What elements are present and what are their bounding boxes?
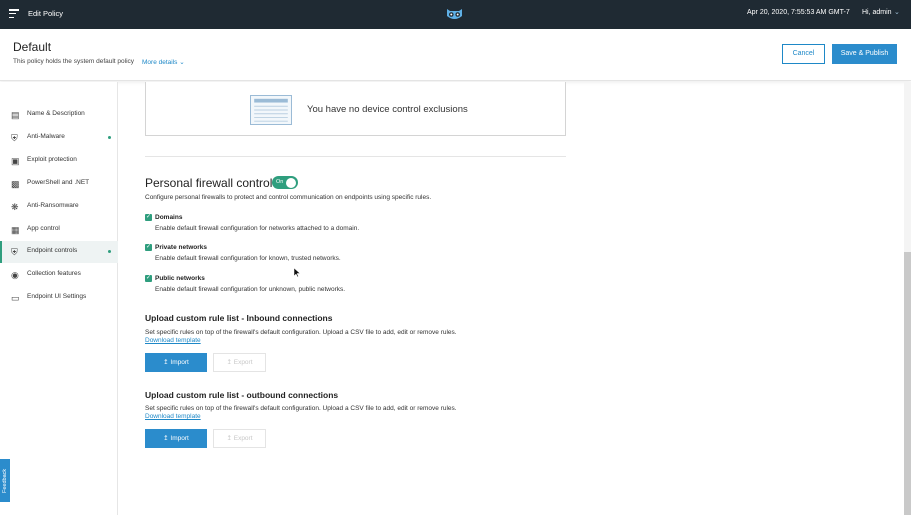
outbound-upload-description: Set specific rules on top of the firewal… bbox=[145, 405, 457, 412]
export-label: Export bbox=[233, 359, 253, 366]
download-icon: ↥ bbox=[226, 435, 232, 442]
toggle-knob bbox=[286, 177, 296, 188]
private-networks-label: Private networks bbox=[155, 244, 208, 251]
sidebar-item-label: Endpoint UI Settings bbox=[27, 293, 87, 300]
download-icon: ↥ bbox=[226, 359, 232, 366]
sidebar-item-exploit-protection[interactable]: ▣ Exploit protection bbox=[0, 150, 118, 172]
sidebar-item-label: Collection features bbox=[27, 270, 81, 277]
import-label: Import bbox=[170, 435, 189, 442]
domains-checkbox[interactable]: ✓ bbox=[145, 214, 152, 221]
section-divider bbox=[145, 156, 566, 157]
sidebar-item-endpoint-ui-settings[interactable]: ▭ Endpoint UI Settings bbox=[0, 287, 118, 309]
outbound-upload-title: Upload custom rule list - outbound conne… bbox=[145, 390, 339, 400]
public-networks-label: Public networks bbox=[155, 275, 205, 282]
status-dot bbox=[108, 136, 111, 139]
monitor-icon: ▭ bbox=[11, 293, 20, 303]
shield-check-icon: ⛨ bbox=[11, 247, 18, 257]
app-title: Edit Policy bbox=[28, 9, 64, 18]
hamburger-icon[interactable] bbox=[9, 9, 19, 19]
domains-description: Enable default firewall configuration fo… bbox=[155, 225, 360, 232]
firewall-description: Configure personal firewalls to protect … bbox=[145, 194, 432, 201]
empty-table-illustration bbox=[250, 95, 292, 125]
inbound-upload-description: Set specific rules on top of the firewal… bbox=[145, 329, 457, 336]
document-icon: ▤ bbox=[11, 110, 20, 120]
inbound-download-template-link[interactable]: Download template bbox=[145, 337, 201, 344]
upload-icon: ↥ bbox=[163, 359, 169, 366]
cancel-button[interactable]: Cancel bbox=[782, 44, 825, 64]
outbound-export-button[interactable]: ↥ Export bbox=[213, 429, 266, 448]
mouse-cursor-icon bbox=[294, 268, 300, 277]
page-description: This policy holds the system default pol… bbox=[13, 58, 135, 65]
page-title: Default bbox=[13, 40, 52, 54]
sidebar: ▤ Name & Description ⛨ Anti-Malware ▣ Ex… bbox=[0, 82, 118, 515]
sidebar-item-anti-ransomware[interactable]: ❋ Anti-Ransomware bbox=[0, 196, 118, 218]
private-networks-checkbox[interactable]: ✓ bbox=[145, 244, 152, 251]
sidebar-item-anti-malware[interactable]: ⛨ Anti-Malware bbox=[0, 127, 118, 149]
sidebar-item-label: Anti-Ransomware bbox=[27, 202, 79, 209]
datetime-display: Apr 20, 2020, 7:55:53 AM GMT-7 bbox=[747, 9, 850, 16]
sidebar-item-label: Exploit protection bbox=[27, 156, 77, 163]
inbound-export-button[interactable]: ↥ Export bbox=[213, 353, 266, 372]
sidebar-item-label: App control bbox=[27, 225, 60, 232]
save-publish-button[interactable]: Save & Publish bbox=[832, 44, 897, 64]
status-dot bbox=[108, 250, 111, 253]
sidebar-item-label: PowerShell and .NET bbox=[27, 179, 90, 186]
bug-icon: ❋ bbox=[11, 202, 19, 212]
outbound-download-template-link[interactable]: Download template bbox=[145, 413, 201, 420]
chevron-down-icon[interactable]: ⌄ bbox=[894, 8, 900, 16]
chevron-down-icon: ⌄ bbox=[179, 59, 185, 66]
public-networks-description: Enable default firewall configuration fo… bbox=[155, 286, 346, 293]
page-header: Default This policy holds the system def… bbox=[0, 29, 911, 81]
top-bar: Edit Policy Apr 20, 2020, 7:55:53 AM GMT… bbox=[0, 0, 911, 29]
sidebar-item-label: Endpoint controls bbox=[27, 247, 78, 254]
feedback-tab[interactable]: Feedback bbox=[0, 459, 10, 502]
sidebar-item-label: Anti-Malware bbox=[27, 133, 65, 140]
sidebar-item-endpoint-controls[interactable]: ⛨ Endpoint controls bbox=[0, 241, 118, 263]
app-control-icon: ▦ bbox=[11, 225, 20, 235]
import-label: Import bbox=[170, 359, 189, 366]
sidebar-item-name-description[interactable]: ▤ Name & Description bbox=[0, 104, 118, 126]
target-icon: ◉ bbox=[11, 270, 19, 280]
terminal-icon: ▩ bbox=[11, 179, 20, 189]
outbound-import-button[interactable]: ↥ Import bbox=[145, 429, 207, 448]
more-details-label: More details bbox=[142, 59, 178, 66]
upload-icon: ↥ bbox=[163, 435, 169, 442]
public-networks-checkbox[interactable]: ✓ bbox=[145, 275, 152, 282]
sidebar-item-collection-features[interactable]: ◉ Collection features bbox=[0, 264, 118, 286]
empty-exclusions-message: You have no device control exclusions bbox=[307, 104, 468, 115]
scrollbar-thumb[interactable] bbox=[904, 252, 911, 515]
export-label: Export bbox=[233, 435, 253, 442]
shield-icon: ⛨ bbox=[11, 133, 18, 143]
inbound-import-button[interactable]: ↥ Import bbox=[145, 353, 207, 372]
user-menu[interactable]: Hi, admin bbox=[862, 9, 892, 16]
sidebar-item-powershell[interactable]: ▩ PowerShell and .NET bbox=[0, 173, 118, 195]
exploit-icon: ▣ bbox=[11, 156, 20, 166]
owl-logo-icon[interactable] bbox=[445, 7, 464, 21]
domains-label: Domains bbox=[155, 214, 183, 221]
sidebar-item-label: Name & Description bbox=[27, 110, 85, 117]
private-networks-description: Enable default firewall configuration fo… bbox=[155, 255, 341, 262]
toggle-label: On bbox=[276, 179, 284, 185]
inbound-upload-title: Upload custom rule list - Inbound connec… bbox=[145, 313, 333, 323]
sidebar-item-app-control[interactable]: ▦ App control bbox=[0, 219, 118, 241]
section-title-firewall: Personal firewall control bbox=[145, 176, 273, 190]
firewall-toggle[interactable]: On bbox=[272, 176, 298, 189]
more-details-link[interactable]: More details ⌄ bbox=[142, 58, 185, 66]
